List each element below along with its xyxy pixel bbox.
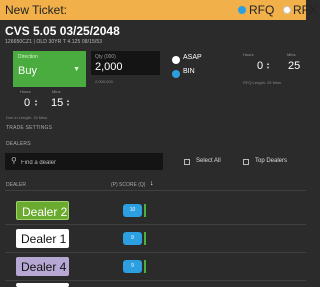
score-column-header[interactable]: (P) SCORE (Q) <box>111 182 145 188</box>
dealer-column-header[interactable]: DEALER <box>6 182 26 188</box>
stepper-arrows-icon[interactable]: ▲ ▼ <box>34 99 38 107</box>
dealer-button[interactable]: Dealer 4 <box>16 257 69 276</box>
dealer-button-partial[interactable] <box>16 283 69 287</box>
dealer-search-box[interactable]: ⚲ <box>5 153 163 170</box>
top-dealers-label[interactable]: Top Dealers <box>255 158 287 164</box>
ticket-title-bar: New Ticket: RFQ RFX <box>0 0 317 20</box>
direction-select[interactable]: Direction Buy ▼ <box>13 51 86 87</box>
trade-settings-header[interactable]: TRADE SETTINGS <box>6 125 52 131</box>
bin-label[interactable]: BIN <box>183 68 195 75</box>
dealer-button[interactable]: Dealer 1 <box>16 229 69 248</box>
rfq-radio[interactable] <box>238 6 246 14</box>
rfq-hours-label: Hours <box>243 52 254 57</box>
quantity-value: 2,000 <box>95 61 123 73</box>
asap-label[interactable]: ASAP <box>183 54 202 61</box>
stepper-arrows-icon[interactable]: ▲ ▼ <box>66 99 70 107</box>
asap-radio[interactable] <box>172 56 180 64</box>
row-divider <box>5 224 306 225</box>
rfq-mins-value: 25 <box>288 60 301 72</box>
chevron-down-icon: ▼ <box>73 66 80 73</box>
select-all-checkbox[interactable] <box>184 159 190 165</box>
rfq-hours-stepper[interactable]: Hours 0 ▲ ▼ <box>243 52 273 76</box>
due-mins-stepper[interactable]: Mins 15 ▲ ▼ <box>42 89 82 113</box>
rfq-label[interactable]: RFQ <box>249 3 274 17</box>
quantity-field[interactable]: Qty (000) 2,000 <box>91 51 160 75</box>
rfq-mins-label: Mins <box>287 52 296 57</box>
due-hours-value: 0 <box>24 97 31 109</box>
score-indicator <box>144 232 146 245</box>
dealer-name: Dealer 1 <box>21 232 67 246</box>
top-dealers-checkbox[interactable] <box>243 159 249 165</box>
direction-label: Direction <box>18 54 38 60</box>
rfx-radio[interactable] <box>283 6 291 14</box>
header-divider <box>5 190 306 191</box>
score-indicator <box>144 260 146 273</box>
rfq-mins-stepper[interactable]: Mins 25 <box>278 52 306 76</box>
rfx-label[interactable]: RFX <box>293 3 317 17</box>
select-all-label[interactable]: Select All <box>196 158 221 164</box>
ticket-title: New Ticket: <box>5 3 68 17</box>
score-badge: 9 <box>123 232 142 245</box>
due-hours-label: Hours <box>20 89 31 94</box>
due-mins-value: 15 <box>51 97 64 109</box>
score-indicator <box>144 204 146 217</box>
bin-radio[interactable] <box>172 70 180 78</box>
dealer-button[interactable]: Dealer 2 <box>16 201 69 220</box>
due-hours-stepper[interactable]: Hours 0 ▲ ▼ <box>6 89 41 113</box>
score-badge: 10 <box>123 204 142 217</box>
sort-arrow-icon[interactable]: ↓ <box>150 180 154 187</box>
dealers-header: DEALERS <box>6 141 31 147</box>
due-mins-label: Mins <box>52 89 61 94</box>
row-divider <box>5 252 306 253</box>
quantity-hint: 2,000,000 <box>95 79 113 84</box>
stepper-arrows-icon[interactable]: ▲ ▼ <box>266 62 270 70</box>
dealer-name: Dealer 2 <box>22 205 68 219</box>
dealer-name: Dealer 4 <box>21 260 67 274</box>
rfq-length-hint: RFQ Length: 25 Mins <box>243 80 282 85</box>
security-title: CVS 5.05 03/25/2048 <box>5 24 120 38</box>
quantity-label: Qty (000) <box>95 54 116 60</box>
row-divider <box>5 280 306 281</box>
rfq-hours-value: 0 <box>257 60 264 72</box>
due-length-hint: Due in Length: 15 Mins <box>6 115 48 120</box>
score-badge: 9 <box>123 260 142 273</box>
dealer-search-input[interactable] <box>19 155 161 170</box>
security-subtitle: 126650CZ1 | OLD 30YR T 4.125 08/15/53 <box>5 39 103 45</box>
direction-value: Buy <box>18 65 37 77</box>
search-icon: ⚲ <box>11 156 17 165</box>
